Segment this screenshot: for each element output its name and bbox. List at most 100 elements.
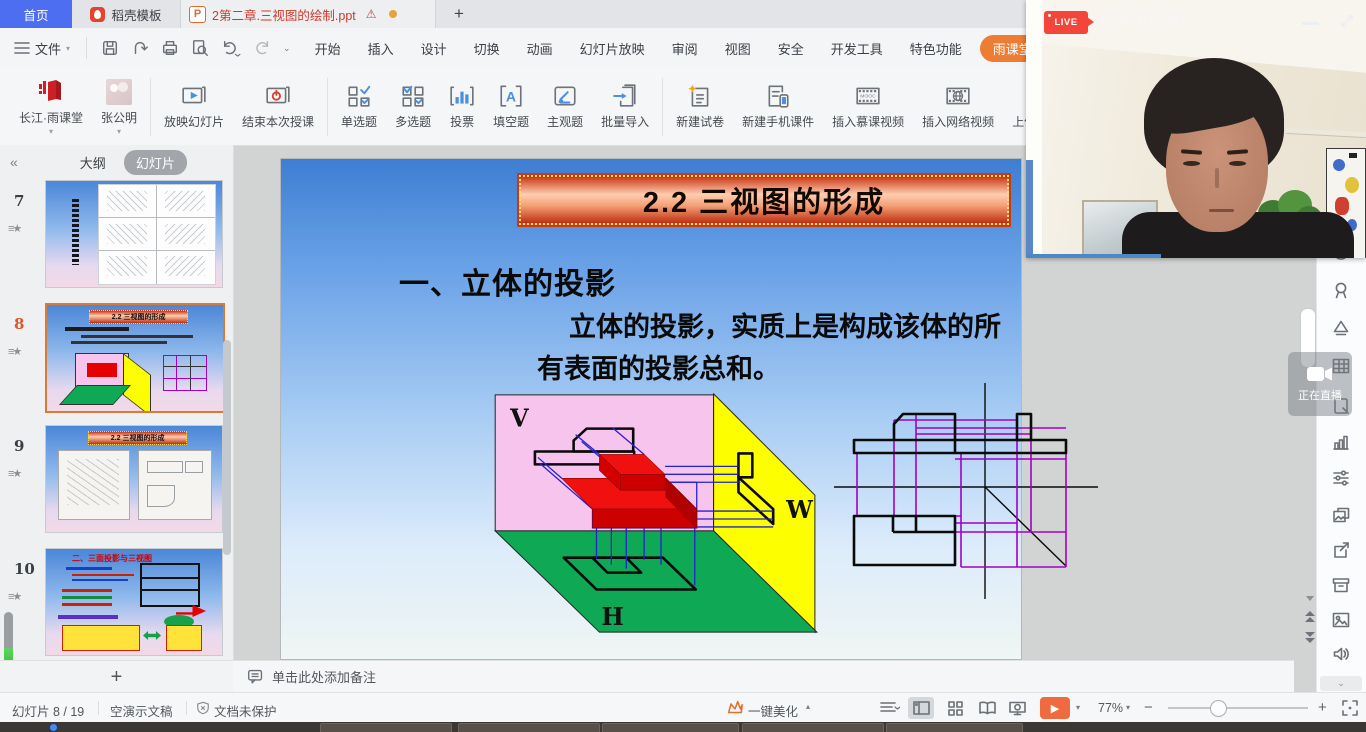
panel-collapse-chevron[interactable]: ⌄: [1320, 676, 1362, 691]
insert-mooc-video-button[interactable]: MOOC 插入慕课视频: [823, 83, 913, 130]
new-mobile-courseware-label: 新建手机课件: [742, 113, 814, 130]
menu-transition[interactable]: 切换: [474, 39, 500, 58]
warning-icon[interactable]: ⚠: [366, 7, 377, 21]
print-preview-icon[interactable]: [191, 39, 209, 57]
user-button[interactable]: 张公明 ▾: [92, 79, 146, 134]
beautify-label[interactable]: 一键美化: [748, 701, 798, 720]
new-mobile-courseware-button[interactable]: 新建手机课件: [733, 83, 823, 130]
slide-thumbnail-8[interactable]: 2.2 三视图的形成: [45, 303, 225, 413]
slide-heading-box[interactable]: 一、立体的投影: [399, 259, 616, 303]
insert-web-video-button[interactable]: 插入网络视频: [913, 83, 1003, 130]
new-slide-button[interactable]: +: [0, 660, 233, 693]
zoom-slider-track[interactable]: [1168, 707, 1308, 709]
expand-webcam-button[interactable]: [1338, 12, 1356, 30]
speaker-icon[interactable]: [1331, 644, 1351, 664]
menu-start[interactable]: 开始: [315, 39, 341, 58]
previous-slide-button[interactable]: [1304, 610, 1316, 624]
slide-thumbnail-10[interactable]: 二、三面投影与三视图: [45, 548, 223, 656]
zoom-slider-thumb[interactable]: [1210, 700, 1227, 717]
slide-canvas[interactable]: 2.2 三视图的形成 一、立体的投影 立体的投影，实质上是构成该体的所 有表面的…: [280, 158, 1022, 660]
menu-animation[interactable]: 动画: [527, 39, 553, 58]
docer-flame-icon: [90, 7, 105, 22]
sidebar-scrollbar-thumb[interactable]: [223, 340, 231, 555]
notes-input[interactable]: 单击此处添加备注: [272, 667, 376, 686]
next-slide-button[interactable]: [1304, 630, 1316, 644]
projection-planes-diagram[interactable]: V W H: [481, 379, 841, 657]
thumb8-title: 2.2 三视图的形成: [89, 310, 188, 324]
membership-triangle-icon[interactable]: [1331, 318, 1351, 338]
tab-home[interactable]: 首页: [0, 0, 72, 28]
view-sorter-button[interactable]: [942, 697, 968, 719]
slideshow-play-button[interactable]: ▶: [1040, 697, 1070, 719]
menu-review[interactable]: 审阅: [672, 39, 698, 58]
minimize-webcam-button[interactable]: [1302, 22, 1319, 25]
slide-thumbnail-9[interactable]: 2.2 三视图的形成: [45, 425, 223, 533]
menu-view[interactable]: 视图: [725, 39, 751, 58]
tab-docer-templates[interactable]: 稻壳模板: [72, 0, 180, 28]
view-presenter-button[interactable]: [1004, 697, 1030, 719]
outline-tab[interactable]: 大纲: [80, 153, 106, 172]
menu-security[interactable]: 安全: [778, 39, 804, 58]
notes-toggle-icon[interactable]: [880, 701, 900, 715]
fill-blank-button[interactable]: A 填空题: [484, 83, 538, 130]
slide-body-line1[interactable]: 立体的投影，实质上是构成该体的所: [569, 305, 1001, 344]
zoom-in-button[interactable]: +: [1318, 699, 1327, 716]
customize-toolbar-icon[interactable]: ⌄: [283, 43, 291, 54]
view-normal-button[interactable]: [908, 697, 934, 719]
image-stack-icon[interactable]: [1331, 505, 1351, 525]
scroll-down-arrow[interactable]: [1304, 594, 1316, 602]
menu-slideshow[interactable]: 幻灯片放映: [580, 39, 645, 58]
menu-design[interactable]: 设计: [421, 39, 447, 58]
end-class-button[interactable]: 结束本次授课: [233, 83, 323, 130]
webcam-window[interactable]: LIVE 00:00:36: [1026, 0, 1366, 258]
brand-button[interactable]: 长江·雨课堂 ▾: [10, 79, 92, 134]
slides-tab[interactable]: 幻灯片: [124, 150, 187, 175]
save-icon[interactable]: [101, 39, 119, 57]
slide-thumbnail-7[interactable]: [45, 180, 223, 288]
subjective-button[interactable]: 主观题: [538, 83, 592, 130]
zoom-caret-icon[interactable]: ▾: [1126, 703, 1130, 712]
zoom-level[interactable]: 77%: [1098, 701, 1123, 715]
chevron-down-icon: ⌄: [1337, 678, 1345, 689]
redo-icon[interactable]: [253, 39, 271, 57]
tab-document[interactable]: P 2第二章.三视图的绘制.ppt ⚠: [180, 0, 436, 28]
menu-special-features[interactable]: 特色功能: [910, 39, 962, 58]
print-icon[interactable]: [161, 39, 179, 57]
menu-devtools[interactable]: 开发工具: [831, 39, 883, 58]
vote-button[interactable]: 投票: [440, 83, 484, 130]
play-slideshow-button[interactable]: 放映幻灯片: [155, 83, 233, 130]
taskbar-button: [602, 723, 739, 732]
file-menu-button[interactable]: 文件 ▾: [0, 39, 80, 58]
new-tab-button[interactable]: +: [436, 0, 482, 28]
batch-import-button[interactable]: 批量导入: [592, 83, 658, 130]
thumb10-line: [62, 603, 112, 606]
taskbar-button: [742, 723, 884, 732]
multi-choice-button[interactable]: 多选题: [386, 83, 440, 130]
medal-icon[interactable]: [1331, 280, 1351, 300]
zoom-out-button[interactable]: −: [1144, 699, 1153, 716]
wps-presentation-icon: P: [189, 6, 206, 23]
share-export-icon[interactable]: [1331, 540, 1351, 560]
windows-taskbar: [0, 722, 1366, 732]
fit-screen-icon[interactable]: [1342, 700, 1358, 716]
slide-panel: « 大纲 幻灯片 7 ≡★ 8: [0, 145, 234, 692]
chart-icon[interactable]: [1331, 432, 1351, 452]
slide-title-box[interactable]: 2.2 三视图的形成: [519, 175, 1009, 225]
menu-insert[interactable]: 插入: [368, 39, 394, 58]
collapse-panel-icon[interactable]: «: [10, 154, 18, 170]
export-icon[interactable]: [131, 39, 149, 57]
user-caret-icon: ▾: [117, 130, 121, 134]
new-exam-button[interactable]: 新建试卷: [667, 83, 733, 130]
settings-sliders-icon[interactable]: [1331, 468, 1351, 488]
play-caret-icon[interactable]: ▾: [1076, 703, 1080, 712]
view-reading-button[interactable]: [974, 697, 1000, 719]
beautify-icon[interactable]: [726, 699, 744, 717]
archive-box-icon[interactable]: [1331, 575, 1351, 595]
three-view-diagram[interactable]: [821, 371, 1111, 621]
single-choice-button[interactable]: 单选题: [332, 83, 386, 130]
protection-status[interactable]: 文档未保护: [214, 701, 277, 720]
taskbar-button: [320, 723, 452, 732]
beautify-caret-icon[interactable]: ▴: [806, 702, 810, 711]
undo-icon[interactable]: [221, 39, 241, 57]
picture-icon[interactable]: [1331, 610, 1351, 630]
